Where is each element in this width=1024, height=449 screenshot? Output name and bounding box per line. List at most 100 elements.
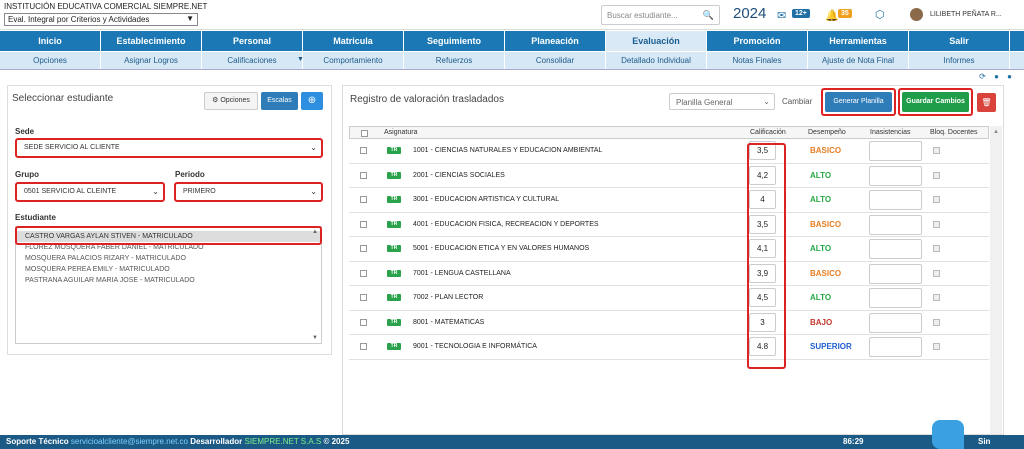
- avatar[interactable]: [910, 8, 923, 21]
- search-icon[interactable]: 🔍: [703, 10, 714, 21]
- dev-label: Desarrollador: [190, 437, 243, 446]
- desempeno-cell: BASICO: [810, 146, 842, 155]
- info-icon[interactable]: ●: [1007, 72, 1012, 81]
- inasistencias-input[interactable]: [869, 288, 922, 308]
- planilla-select[interactable]: Planilla General ⌄: [669, 93, 775, 110]
- messages-icon[interactable]: ✉: [777, 9, 786, 22]
- inasistencias-input[interactable]: [869, 141, 922, 161]
- grupo-select[interactable]: 0501 SERVICIO AL CLEINTE ⌄: [15, 182, 165, 202]
- inasistencias-input[interactable]: [869, 337, 922, 357]
- row-checkbox[interactable]: [360, 245, 367, 252]
- scroll-down-icon[interactable]: ▼: [312, 335, 318, 341]
- list-item[interactable]: MOSQUERA PALACIOS RIZARY - MATRICULADO: [16, 253, 321, 264]
- row-checkbox[interactable]: [360, 196, 367, 203]
- row-checkbox[interactable]: [360, 171, 367, 179]
- row-checkbox[interactable]: [360, 147, 367, 154]
- subnav-detallado-individual[interactable]: Detallado Individual: [606, 52, 707, 69]
- eval-mode-value: Eval. Integral por Criterios y Actividad…: [8, 15, 150, 24]
- inasistencias-input[interactable]: [869, 214, 922, 235]
- row-checkbox[interactable]: [360, 343, 367, 350]
- nav-promocion[interactable]: Promoción: [707, 31, 808, 51]
- cambiar-button[interactable]: Cambiar: [782, 97, 812, 106]
- nav-establecimiento[interactable]: Establecimiento: [101, 31, 202, 51]
- list-item[interactable]: MOSQUERA PEREA EMILY - MATRICULADO: [16, 264, 321, 275]
- search-placeholder: Buscar estudiante...: [607, 11, 678, 20]
- inasistencias-input[interactable]: [869, 263, 922, 284]
- subnav-refuerzos[interactable]: Refuerzos: [404, 52, 505, 69]
- nav-evaluacion[interactable]: Evaluación: [606, 31, 707, 51]
- inasistencias-input[interactable]: [869, 312, 922, 333]
- soporte-email[interactable]: servicioalcliente@siempre.net.co: [71, 437, 188, 446]
- add-button[interactable]: ⊕: [301, 92, 323, 110]
- desempeno-cell: ALTO: [810, 244, 832, 253]
- subnav-opciones[interactable]: Opciones: [0, 52, 101, 69]
- dev-name[interactable]: SIEMPRE.NET S.A.S: [244, 437, 321, 446]
- nav-personal[interactable]: Personal: [202, 31, 303, 51]
- search-student-input[interactable]: Buscar estudiante... 🔍: [601, 5, 720, 25]
- subnav-notas-finales[interactable]: Notas Finales: [707, 52, 808, 69]
- bloq-docentes-checkbox[interactable]: [933, 220, 940, 228]
- subnav-asignar-logros[interactable]: Asignar Logros: [101, 52, 202, 69]
- generar-planilla-button[interactable]: Generar Planilla: [825, 92, 892, 112]
- escalas-button[interactable]: Escalas: [261, 92, 298, 110]
- scrollbar[interactable]: ▲: [990, 126, 1002, 434]
- inasistencias-input[interactable]: [869, 165, 922, 186]
- help-icon[interactable]: ●: [994, 72, 999, 81]
- desempeno-cell: BAJO: [810, 317, 833, 327]
- periodo-select[interactable]: PRIMERO ⌄: [174, 182, 323, 202]
- row-checkbox[interactable]: [360, 269, 367, 277]
- delete-button[interactable]: 🗑: [977, 93, 996, 112]
- cube-icon[interactable]: ⬡: [875, 8, 885, 21]
- bloq-docentes-checkbox[interactable]: [933, 343, 940, 350]
- chat-label: Sin: [978, 437, 991, 446]
- inasistencias-input[interactable]: [869, 239, 922, 259]
- subnav-comportamiento[interactable]: Comportamiento: [303, 52, 404, 69]
- refresh-icon[interactable]: ⟳: [979, 72, 986, 81]
- desempeno-cell: BASICO: [810, 219, 842, 229]
- bloq-docentes-checkbox[interactable]: [933, 196, 940, 203]
- row-checkbox[interactable]: [360, 318, 367, 326]
- nav-planeacion[interactable]: Planeación: [505, 31, 606, 51]
- nav-seguimiento[interactable]: Seguimiento: [404, 31, 505, 51]
- bloq-docentes-checkbox[interactable]: [933, 147, 940, 154]
- select-all-checkbox[interactable]: [361, 130, 368, 137]
- subnav-ajuste-nota-final[interactable]: Ajuste de Nota Final: [808, 52, 909, 69]
- soporte-label: Soporte Técnico: [6, 437, 69, 446]
- gear-icon: ⚙: [212, 97, 219, 104]
- bloq-docentes-checkbox[interactable]: [933, 171, 940, 179]
- eval-mode-select[interactable]: Eval. Integral por Criterios y Actividad…: [4, 13, 198, 26]
- inasistencias-input[interactable]: [869, 190, 922, 210]
- chevron-down-icon: ⌄: [152, 187, 159, 196]
- chat-widget-icon[interactable]: [932, 420, 964, 449]
- estudiante-label: Estudiante: [15, 213, 56, 222]
- subnav-consolidar[interactable]: Consolidar: [505, 52, 606, 69]
- nav-matricula[interactable]: Matricula: [303, 31, 404, 51]
- subnav-informes[interactable]: Informes: [909, 52, 1010, 69]
- nav-herramientas[interactable]: Herramientas: [808, 31, 909, 51]
- row-checkbox[interactable]: [360, 220, 367, 228]
- guardar-cambios-button[interactable]: Guardar Cambios: [902, 92, 969, 112]
- nav-inicio[interactable]: Inicio: [0, 31, 101, 51]
- bloq-docentes-checkbox[interactable]: [933, 318, 940, 326]
- nav-salir[interactable]: Salir: [909, 31, 1010, 51]
- sede-select[interactable]: SEDE SERVICIO AL CLIENTE ⌄: [15, 138, 323, 158]
- tr-badge: TR: [387, 147, 401, 154]
- bloq-docentes-checkbox[interactable]: [933, 245, 940, 252]
- list-item[interactable]: PASTRANA AGUILAR MARIA JOSE - MATRICULAD…: [16, 275, 321, 286]
- tr-badge: TR: [387, 318, 401, 326]
- scroll-up-icon[interactable]: ▲: [993, 129, 999, 135]
- bell-icon[interactable]: 🔔: [825, 9, 839, 22]
- school-year[interactable]: 2024: [733, 5, 766, 22]
- row-checkbox[interactable]: [360, 294, 367, 301]
- bloq-docentes-checkbox[interactable]: [933, 294, 940, 301]
- caret-down-icon[interactable]: ▼: [297, 56, 304, 63]
- subnav-calificaciones[interactable]: Calificaciones: [202, 52, 303, 69]
- asignatura-cell: 7001 - LENGUA CASTELLANA: [413, 269, 511, 277]
- desempeno-cell: SUPERIOR: [810, 342, 852, 351]
- asignatura-cell: 2001 - CIENCIAS SOCIALES: [413, 171, 505, 179]
- bloq-docentes-checkbox[interactable]: [933, 269, 940, 277]
- opciones-button[interactable]: ⚙ Opciones: [204, 92, 258, 110]
- user-name[interactable]: LILIBETH PEÑATA R...: [930, 11, 1002, 18]
- col-inasistencias: Inasistencias: [870, 129, 911, 136]
- periodo-label: Periodo: [175, 170, 205, 179]
